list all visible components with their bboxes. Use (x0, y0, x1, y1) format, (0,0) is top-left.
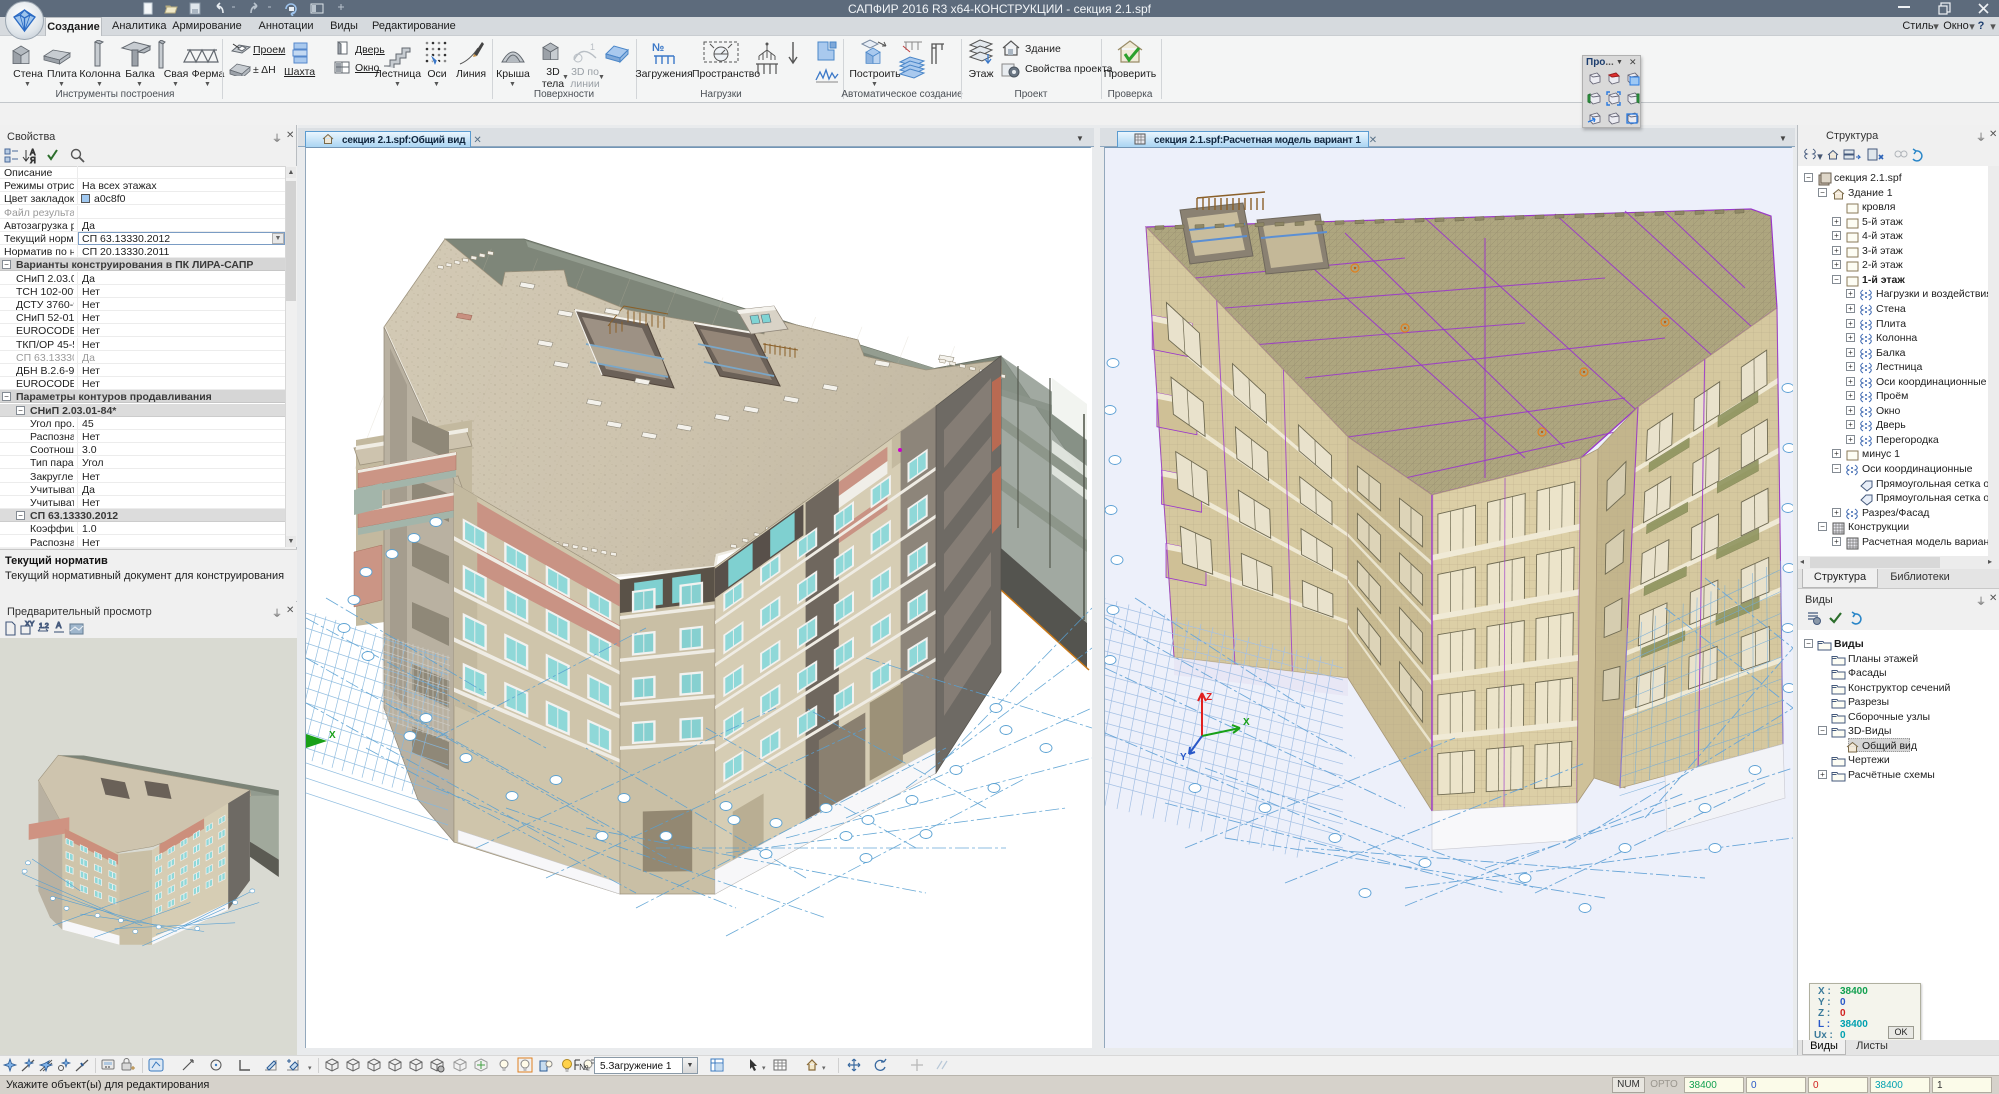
svg-text:1.2: 1.2 (39, 623, 49, 630)
svg-text:№: № (652, 42, 664, 54)
svg-text:XY: XY (25, 621, 35, 628)
svg-text:X: X (1243, 717, 1250, 728)
svg-text:A: A (56, 621, 62, 630)
svg-text:▾: ▾ (1818, 152, 1822, 161)
svg-text:№: № (579, 1062, 589, 1072)
svg-text:Y: Y (1180, 752, 1187, 763)
svg-text:Я: Я (30, 156, 36, 165)
svg-text:X: X (329, 730, 336, 741)
svg-text:Z: Z (1206, 692, 1212, 703)
svg-text:1: 1 (590, 42, 595, 52)
